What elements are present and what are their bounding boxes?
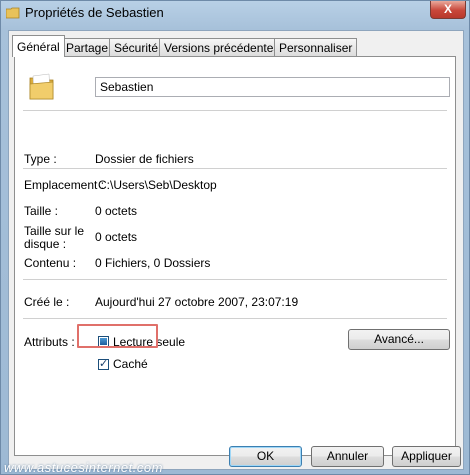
advanced-button[interactable]: Avancé...	[348, 329, 450, 350]
general-panel: Sebastien Type : Dossier de fichiers Emp…	[14, 56, 456, 456]
folder-name-input[interactable]: Sebastien	[95, 77, 450, 97]
created-label: Créé le :	[24, 295, 70, 309]
tab-security[interactable]: Sécurité	[109, 38, 164, 56]
type-value: Dossier de fichiers	[95, 152, 194, 166]
cancel-button[interactable]: Annuler	[311, 446, 384, 467]
type-label: Type :	[24, 152, 57, 166]
location-value: C:\Users\Seb\Desktop	[98, 178, 217, 192]
close-button[interactable]: X	[430, 1, 466, 19]
attributes-label: Attributs :	[24, 335, 75, 349]
separator	[23, 279, 447, 280]
size-label: Taille :	[24, 204, 59, 218]
size-value: 0 octets	[95, 204, 138, 218]
apply-button[interactable]: Appliquer	[392, 446, 461, 467]
tab-general[interactable]: Général	[12, 35, 65, 57]
separator	[23, 168, 447, 169]
tab-sharing[interactable]: Partage	[61, 38, 114, 56]
folder-icon	[6, 7, 20, 19]
window-title: Propriétés de Sebastien	[25, 5, 164, 20]
hidden-label[interactable]: Caché	[113, 358, 148, 371]
separator	[23, 318, 447, 319]
location-label: Emplacement :	[24, 178, 105, 192]
hidden-checkbox[interactable]	[98, 357, 109, 370]
size-on-disk-value: 0 octets	[95, 230, 138, 244]
created-value: Aujourd'hui 27 octobre 2007, 23:07:19	[95, 295, 299, 309]
dialog-client-area: Général Partage Sécurité Versions précéd…	[8, 30, 464, 470]
separator	[23, 110, 447, 111]
ok-button[interactable]: OK	[229, 446, 302, 467]
folder-large-icon	[29, 73, 54, 100]
tab-customize[interactable]: Personnaliser	[274, 38, 358, 56]
contents-value: 0 Fichiers, 0 Dossiers	[95, 256, 211, 270]
watermark: www.astucesinternet.com	[4, 460, 163, 475]
properties-window: Propriétés de Sebastien X Général Partag…	[0, 0, 470, 475]
hidden-attribute-highlight	[77, 324, 158, 348]
size-on-disk-label-line2: disque :	[24, 237, 67, 251]
tab-previous-versions[interactable]: Versions précédentes	[159, 38, 285, 56]
contents-label: Contenu :	[24, 256, 77, 270]
